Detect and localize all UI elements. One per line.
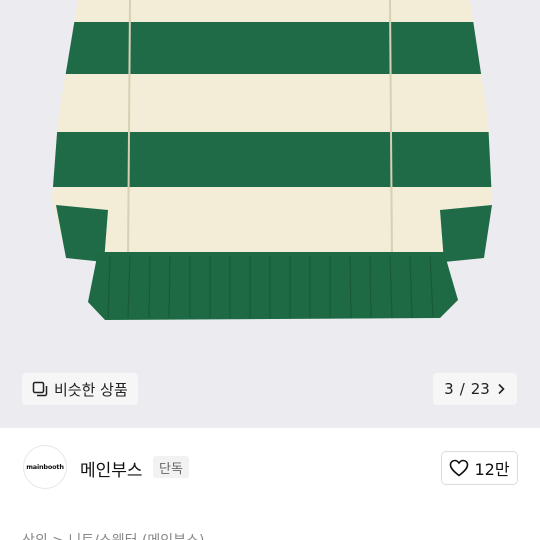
heart-icon xyxy=(450,459,469,477)
product-image xyxy=(52,0,492,320)
brand-logo[interactable]: mainbooth xyxy=(23,445,67,489)
counter-current: 3 xyxy=(444,380,454,398)
similar-items-icon xyxy=(32,381,48,397)
image-counter[interactable]: 3 / 23 xyxy=(433,373,517,405)
exclusive-badge: 단독 xyxy=(153,456,189,478)
brand-name[interactable]: 메인부스 xyxy=(80,456,143,481)
similar-items-label: 비슷한 상품 xyxy=(54,380,128,399)
like-count: 12만 xyxy=(474,460,510,479)
counter-total: 23 xyxy=(470,380,490,398)
product-image-area[interactable]: 비슷한 상품 3 / 23 xyxy=(0,0,540,428)
chevron-right-icon xyxy=(498,383,505,395)
breadcrumb[interactable]: 상의 > 니트/스웨터 (메인부스) xyxy=(22,530,204,540)
counter-separator: / xyxy=(459,380,465,398)
similar-items-button[interactable]: 비슷한 상품 xyxy=(22,373,138,405)
like-button[interactable]: 12만 xyxy=(441,451,518,485)
brand-logo-text: mainbooth xyxy=(26,463,64,471)
